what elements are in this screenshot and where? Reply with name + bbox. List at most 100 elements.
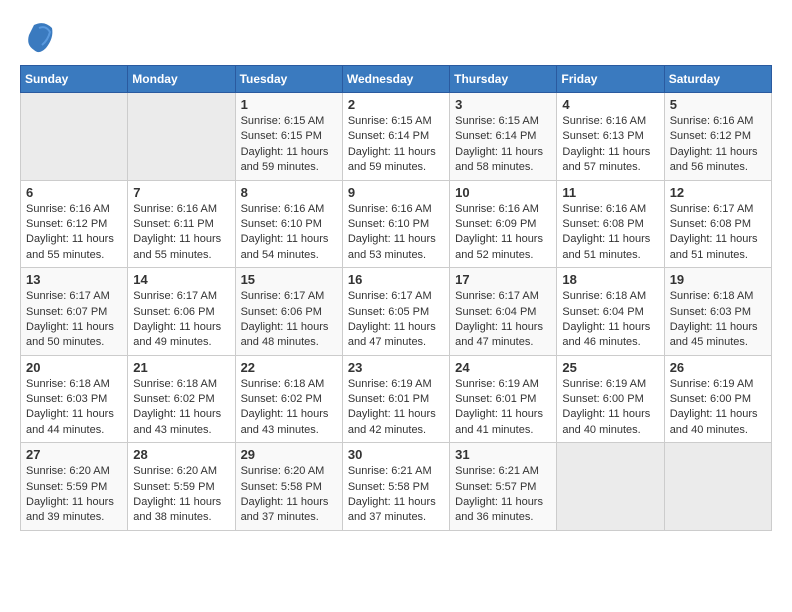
calendar-cell: 16 Sunrise: 6:17 AMSunset: 6:05 PMDayligh…	[342, 268, 449, 356]
day-number: 15	[241, 272, 337, 287]
day-number: 21	[133, 360, 229, 375]
calendar-cell: 27 Sunrise: 6:20 AMSunset: 5:59 PMDayligh…	[21, 443, 128, 531]
day-number: 27	[26, 447, 122, 462]
day-number: 26	[670, 360, 766, 375]
calendar-week-row: 27 Sunrise: 6:20 AMSunset: 5:59 PMDayligh…	[21, 443, 772, 531]
calendar-cell	[557, 443, 664, 531]
day-number: 25	[562, 360, 658, 375]
calendar-cell: 5Sunrise: 6:16 AMSunset: 6:12 PMDaylight…	[664, 93, 771, 181]
logo-icon	[24, 20, 54, 55]
day-number: 16	[348, 272, 444, 287]
calendar-cell: 6 Sunrise: 6:16 AMSunset: 6:12 PMDaylight…	[21, 180, 128, 268]
day-number: 8	[241, 185, 337, 200]
day-number: 13	[26, 272, 122, 287]
day-number: 20	[26, 360, 122, 375]
calendar-cell: 17 Sunrise: 6:17 AMSunset: 6:04 PMDayligh…	[450, 268, 557, 356]
calendar-cell	[664, 443, 771, 531]
day-number: 30	[348, 447, 444, 462]
day-number: 6	[26, 185, 122, 200]
weekday-header: Thursday	[450, 66, 557, 93]
calendar-cell: 29Sunrise: 6:20 AMSunset: 5:58 PMDayligh…	[235, 443, 342, 531]
day-info: Sunrise: 6:17 AMSunset: 6:04 PMDaylight:…	[455, 289, 551, 351]
day-info: Sunrise: 6:16 AMSunset: 6:11 PMDaylight:…	[133, 202, 229, 264]
day-info: Sunrise: 6:19 AMSunset: 6:00 PMDaylight:…	[562, 377, 658, 439]
calendar-cell	[128, 93, 235, 181]
day-info: Sunrise: 6:16 AMSunset: 6:12 PMDaylight:…	[26, 202, 122, 264]
day-number: 31	[455, 447, 551, 462]
logo	[20, 20, 54, 55]
day-info: Sunrise: 6:20 AMSunset: 5:58 PMDaylight:…	[241, 464, 337, 526]
day-info: Sunrise: 6:19 AMSunset: 6:00 PMDaylight:…	[670, 377, 766, 439]
day-info: Sunrise: 6:15 AMSunset: 6:14 PMDaylight:…	[455, 114, 551, 176]
day-info: Sunrise: 6:20 AMSunset: 5:59 PMDaylight:…	[26, 464, 122, 526]
calendar-cell: 24Sunrise: 6:19 AMSunset: 6:01 PMDayligh…	[450, 355, 557, 443]
day-number: 12	[670, 185, 766, 200]
calendar-cell: 2 Sunrise: 6:15 AMSunset: 6:14 PMDaylight…	[342, 93, 449, 181]
calendar-cell: 1 Sunrise: 6:15 AMSunset: 6:15 PMDaylight…	[235, 93, 342, 181]
day-info: Sunrise: 6:18 AMSunset: 6:03 PMDaylight:…	[26, 377, 122, 439]
day-number: 2	[348, 97, 444, 112]
day-number: 22	[241, 360, 337, 375]
calendar-cell: 21 Sunrise: 6:18 AMSunset: 6:02 PMDayligh…	[128, 355, 235, 443]
day-number: 5	[670, 97, 766, 112]
calendar-week-row: 13 Sunrise: 6:17 AMSunset: 6:07 PMDayligh…	[21, 268, 772, 356]
day-number: 7	[133, 185, 229, 200]
calendar-cell: 23 Sunrise: 6:19 AMSunset: 6:01 PMDayligh…	[342, 355, 449, 443]
calendar-cell: 11 Sunrise: 6:16 AMSunset: 6:08 PMDayligh…	[557, 180, 664, 268]
day-info: Sunrise: 6:15 AMSunset: 6:15 PMDaylight:…	[241, 114, 337, 176]
day-number: 14	[133, 272, 229, 287]
page-header	[20, 20, 772, 55]
day-info: Sunrise: 6:17 AMSunset: 6:05 PMDaylight:…	[348, 289, 444, 351]
calendar-cell: 20 Sunrise: 6:18 AMSunset: 6:03 PMDayligh…	[21, 355, 128, 443]
calendar-table: SundayMondayTuesdayWednesdayThursdayFrid…	[20, 65, 772, 531]
day-number: 10	[455, 185, 551, 200]
calendar-cell: 9Sunrise: 6:16 AMSunset: 6:10 PMDaylight…	[342, 180, 449, 268]
day-info: Sunrise: 6:15 AMSunset: 6:14 PMDaylight:…	[348, 114, 444, 176]
day-number: 4	[562, 97, 658, 112]
day-info: Sunrise: 6:19 AMSunset: 6:01 PMDaylight:…	[455, 377, 551, 439]
weekday-header: Friday	[557, 66, 664, 93]
calendar-cell: 28 Sunrise: 6:20 AMSunset: 5:59 PMDayligh…	[128, 443, 235, 531]
calendar-cell: 19Sunrise: 6:18 AMSunset: 6:03 PMDayligh…	[664, 268, 771, 356]
day-info: Sunrise: 6:20 AMSunset: 5:59 PMDaylight:…	[133, 464, 229, 526]
day-info: Sunrise: 6:19 AMSunset: 6:01 PMDaylight:…	[348, 377, 444, 439]
calendar-cell: 7 Sunrise: 6:16 AMSunset: 6:11 PMDaylight…	[128, 180, 235, 268]
day-number: 23	[348, 360, 444, 375]
weekday-header: Saturday	[664, 66, 771, 93]
calendar-cell: 3 Sunrise: 6:15 AMSunset: 6:14 PMDaylight…	[450, 93, 557, 181]
day-number: 3	[455, 97, 551, 112]
day-info: Sunrise: 6:18 AMSunset: 6:04 PMDaylight:…	[562, 289, 658, 351]
day-info: Sunrise: 6:21 AMSunset: 5:58 PMDaylight:…	[348, 464, 444, 526]
day-info: Sunrise: 6:17 AMSunset: 6:08 PMDaylight:…	[670, 202, 766, 264]
day-info: Sunrise: 6:17 AMSunset: 6:06 PMDaylight:…	[241, 289, 337, 351]
day-number: 28	[133, 447, 229, 462]
calendar-week-row: 20 Sunrise: 6:18 AMSunset: 6:03 PMDayligh…	[21, 355, 772, 443]
calendar-cell: 13 Sunrise: 6:17 AMSunset: 6:07 PMDayligh…	[21, 268, 128, 356]
weekday-header: Sunday	[21, 66, 128, 93]
weekday-header: Monday	[128, 66, 235, 93]
day-number: 11	[562, 185, 658, 200]
day-info: Sunrise: 6:18 AMSunset: 6:03 PMDaylight:…	[670, 289, 766, 351]
weekday-header: Tuesday	[235, 66, 342, 93]
calendar-cell: 8 Sunrise: 6:16 AMSunset: 6:10 PMDaylight…	[235, 180, 342, 268]
calendar-week-row: 6 Sunrise: 6:16 AMSunset: 6:12 PMDaylight…	[21, 180, 772, 268]
weekday-header: Wednesday	[342, 66, 449, 93]
day-number: 18	[562, 272, 658, 287]
day-info: Sunrise: 6:16 AMSunset: 6:10 PMDaylight:…	[241, 202, 337, 264]
day-info: Sunrise: 6:16 AMSunset: 6:08 PMDaylight:…	[562, 202, 658, 264]
calendar-cell: 15 Sunrise: 6:17 AMSunset: 6:06 PMDayligh…	[235, 268, 342, 356]
calendar-cell: 18 Sunrise: 6:18 AMSunset: 6:04 PMDayligh…	[557, 268, 664, 356]
calendar-cell: 26 Sunrise: 6:19 AMSunset: 6:00 PMDayligh…	[664, 355, 771, 443]
calendar-cell: 31 Sunrise: 6:21 AMSunset: 5:57 PMDayligh…	[450, 443, 557, 531]
day-number: 9	[348, 185, 444, 200]
day-info: Sunrise: 6:17 AMSunset: 6:06 PMDaylight:…	[133, 289, 229, 351]
day-info: Sunrise: 6:21 AMSunset: 5:57 PMDaylight:…	[455, 464, 551, 526]
day-number: 17	[455, 272, 551, 287]
day-info: Sunrise: 6:16 AMSunset: 6:13 PMDaylight:…	[562, 114, 658, 176]
day-number: 1	[241, 97, 337, 112]
calendar-week-row: 1 Sunrise: 6:15 AMSunset: 6:15 PMDaylight…	[21, 93, 772, 181]
day-info: Sunrise: 6:18 AMSunset: 6:02 PMDaylight:…	[241, 377, 337, 439]
calendar-cell: 10Sunrise: 6:16 AMSunset: 6:09 PMDayligh…	[450, 180, 557, 268]
day-info: Sunrise: 6:18 AMSunset: 6:02 PMDaylight:…	[133, 377, 229, 439]
day-info: Sunrise: 6:17 AMSunset: 6:07 PMDaylight:…	[26, 289, 122, 351]
